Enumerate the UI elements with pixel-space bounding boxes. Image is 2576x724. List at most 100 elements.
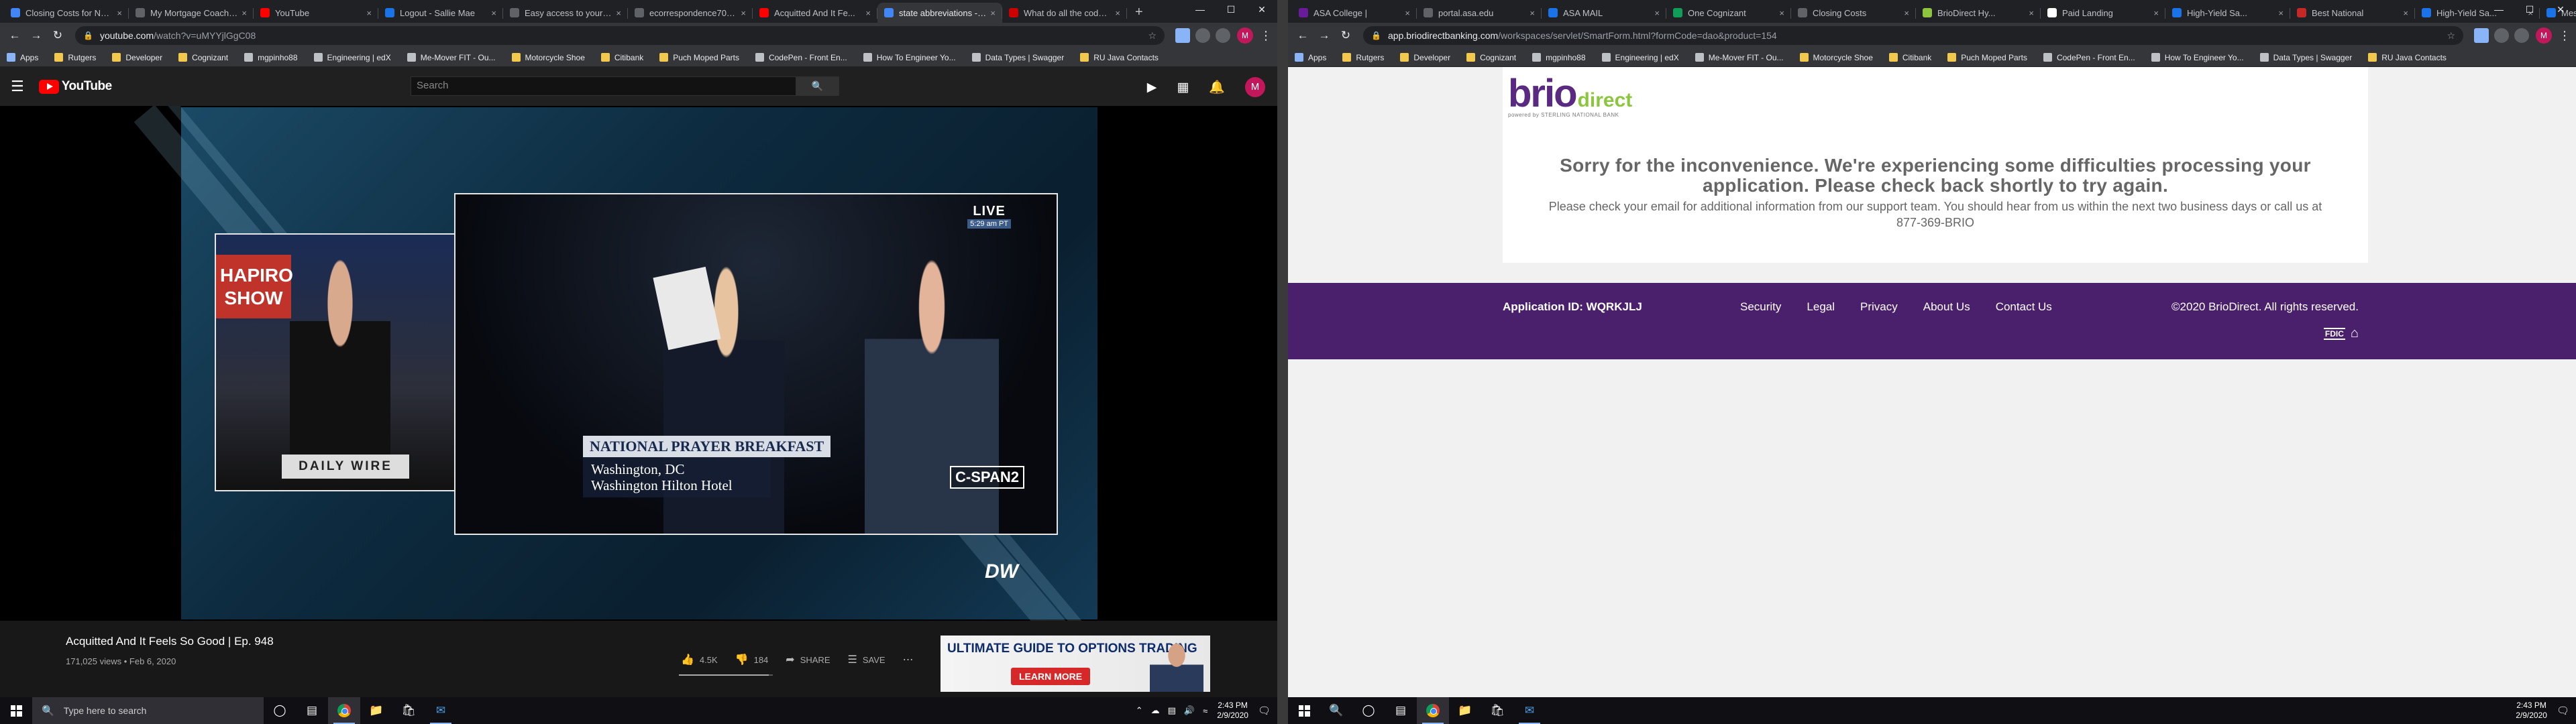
tab-close-icon[interactable]: × xyxy=(1405,8,1410,18)
extension-icon[interactable] xyxy=(1216,28,1230,43)
create-video-icon[interactable]: ▶ xyxy=(1147,80,1157,95)
footer-link-legal[interactable]: Legal xyxy=(1807,300,1835,314)
chrome-menu-icon[interactable]: ⋮ xyxy=(2559,29,2571,43)
volume-icon[interactable]: 🔊 xyxy=(1184,705,1195,716)
tab-close-icon[interactable]: × xyxy=(990,8,996,18)
apps-grid-icon[interactable]: ▦ xyxy=(1177,80,1189,95)
bookmark-star-icon[interactable]: ☆ xyxy=(1148,30,1157,42)
bookmark-item[interactable]: Engineering | edX xyxy=(1601,53,1679,62)
file-explorer-icon[interactable]: 📁 xyxy=(360,697,392,724)
new-tab-button[interactable]: + xyxy=(1135,5,1143,20)
browser-tab[interactable]: Acquitted And It Fe... × xyxy=(753,3,877,23)
bookmark-item[interactable]: Puch Moped Parts xyxy=(1947,53,2027,62)
bookmark-item[interactable]: Data Types | Swagger xyxy=(971,53,1064,62)
tab-close-icon[interactable]: × xyxy=(1904,8,1909,18)
chevron-up-icon[interactable]: ⌃ xyxy=(1136,705,1143,716)
bookmark-item[interactable]: mgpinho88 xyxy=(1532,53,1586,62)
start-button[interactable] xyxy=(1288,697,1320,724)
task-view-icon[interactable]: ▤ xyxy=(296,697,328,724)
forward-icon[interactable]: → xyxy=(27,26,46,45)
back-icon[interactable]: ← xyxy=(1293,26,1312,45)
bookmark-item[interactable]: Cognizant xyxy=(1466,53,1516,62)
chrome-taskbar-icon[interactable] xyxy=(1417,697,1449,724)
bookmark-item[interactable]: Motorcycle Shoe xyxy=(1799,53,1873,62)
search-button[interactable]: 🔍 xyxy=(796,76,839,96)
taskbar-clock[interactable]: 2:43 PM 2/9/2020 xyxy=(1217,701,1248,721)
footer-link-contact[interactable]: Contact Us xyxy=(1996,300,2052,314)
maximize-icon[interactable]: ☐ xyxy=(1216,0,1246,19)
browser-tab[interactable]: ecorrespondence7003... × xyxy=(628,3,753,23)
browser-tab[interactable]: ASA College | × xyxy=(1292,3,1417,23)
store-icon[interactable]: 🛍 xyxy=(1481,697,1513,724)
browser-tab[interactable]: portal.asa.edu × xyxy=(1417,3,1542,23)
taskbar-clock[interactable]: 2:43 PM 2/9/2020 xyxy=(2516,701,2547,721)
tab-close-icon[interactable]: × xyxy=(117,8,122,18)
extension-icon[interactable] xyxy=(2514,28,2529,43)
bookmark-item[interactable]: Cognizant xyxy=(178,53,228,62)
bookmark-item[interactable]: Developer xyxy=(1400,53,1450,62)
address-bar[interactable]: 🔒 app.briodirectbanking.com /workspaces/… xyxy=(1363,26,2463,45)
reload-icon[interactable]: ↻ xyxy=(48,26,67,45)
browser-tab[interactable]: What do all the codes... × xyxy=(1002,3,1127,23)
profile-avatar[interactable]: M xyxy=(1237,27,1253,44)
tab-close-icon[interactable]: × xyxy=(1654,8,1660,18)
bookmark-item[interactable]: Citibank xyxy=(1888,53,1931,62)
bookmark-item[interactable]: Data Types | Swagger xyxy=(2259,53,2352,62)
tab-close-icon[interactable]: × xyxy=(241,8,247,18)
ad-learn-more-button[interactable]: LEARN MORE xyxy=(1011,668,1091,685)
bookmark-item[interactable]: RU Java Contacts xyxy=(1080,53,1159,62)
bookmark-item[interactable]: CodePen - Front En... xyxy=(755,53,847,62)
back-icon[interactable]: ← xyxy=(5,26,24,45)
bookmark-item[interactable]: Motorcycle Shoe xyxy=(511,53,585,62)
outlook-icon[interactable]: ✉ xyxy=(425,697,457,724)
tab-close-icon[interactable]: × xyxy=(1115,8,1120,18)
browser-tab[interactable]: Closing Costs × xyxy=(1791,3,1916,23)
bookmark-item[interactable]: Puch Moped Parts xyxy=(659,53,739,62)
maximize-icon[interactable]: ☐ xyxy=(2514,0,2545,19)
notifications-icon[interactable]: 🗨 xyxy=(2557,705,2569,717)
video-player[interactable]: HAPIRO SHOW DAILY WIRE LIVE 5:29 am PT N… xyxy=(0,106,1277,621)
cloud-icon[interactable]: ☁ xyxy=(1151,705,1160,716)
tab-close-icon[interactable]: × xyxy=(616,8,621,18)
browser-tab[interactable]: One Cognizant × xyxy=(1666,3,1791,23)
bookmark-item[interactable]: How To Engineer Yo... xyxy=(863,53,956,62)
dislike-button[interactable]: 👎 184 xyxy=(735,653,769,666)
bookmark-item[interactable]: Citibank xyxy=(600,53,643,62)
bookmark-item[interactable]: CodePen - Front En... xyxy=(2043,53,2135,62)
wifi-icon[interactable]: ≈ xyxy=(1203,706,1208,716)
extension-icon[interactable] xyxy=(1175,28,1190,43)
chrome-menu-icon[interactable]: ⋮ xyxy=(1260,29,1272,43)
browser-tab[interactable]: High-Yield Sa... × xyxy=(2165,3,2290,23)
minimize-icon[interactable]: — xyxy=(2483,0,2514,19)
bookmark-item[interactable]: Developer xyxy=(112,53,162,62)
browser-tab[interactable]: BrioDirect Hy... × xyxy=(1916,3,2041,23)
bookmark-item[interactable]: Rutgers xyxy=(1342,53,1384,62)
bookmark-item[interactable]: How To Engineer Yo... xyxy=(2151,53,2244,62)
reload-icon[interactable]: ↻ xyxy=(1336,26,1355,45)
bookmark-star-icon[interactable]: ☆ xyxy=(2447,30,2455,42)
outlook-icon[interactable]: ✉ xyxy=(1513,697,1546,724)
task-view-icon[interactable]: ▤ xyxy=(1385,697,1417,724)
footer-link-privacy[interactable]: Privacy xyxy=(1860,300,1898,314)
store-icon[interactable]: 🛍 xyxy=(392,697,425,724)
tab-close-icon[interactable]: × xyxy=(2278,8,2284,18)
tab-close-icon[interactable]: × xyxy=(865,8,871,18)
share-button[interactable]: ➦ SHARE xyxy=(786,653,830,666)
extension-icon[interactable] xyxy=(2474,28,2489,43)
cortana-icon[interactable]: ◯ xyxy=(1352,697,1385,724)
more-actions-button[interactable]: ⋯ xyxy=(903,653,919,666)
tab-close-icon[interactable]: × xyxy=(366,8,372,18)
notifications-icon[interactable]: 🗨 xyxy=(1258,705,1271,717)
bookmark-item[interactable]: Apps xyxy=(1295,53,1326,62)
profile-avatar[interactable]: M xyxy=(2536,27,2552,44)
cortana-icon[interactable]: ◯ xyxy=(264,697,296,724)
network-icon[interactable]: ▤ xyxy=(1168,705,1176,716)
chrome-taskbar-icon[interactable] xyxy=(328,697,360,724)
tab-close-icon[interactable]: × xyxy=(491,8,496,18)
forward-icon[interactable]: → xyxy=(1315,26,1334,45)
browser-tab[interactable]: Closing Costs for New... × xyxy=(4,3,129,23)
browser-tab[interactable]: YouTube × xyxy=(254,3,378,23)
tab-close-icon[interactable]: × xyxy=(2153,8,2159,18)
close-window-icon[interactable]: ✕ xyxy=(1246,0,1277,19)
browser-tab[interactable]: Paid Landing × xyxy=(2041,3,2165,23)
